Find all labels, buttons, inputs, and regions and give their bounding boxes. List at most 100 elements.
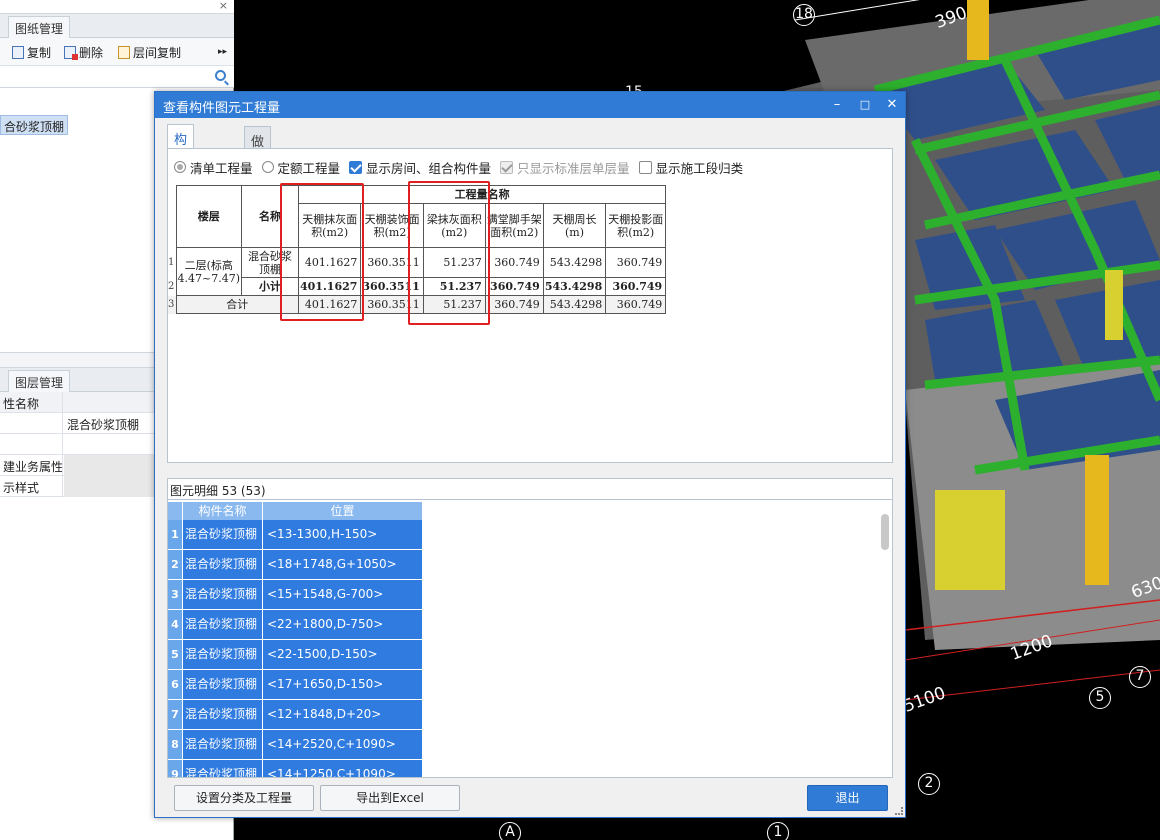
- table-cell: 543.4298: [542, 295, 607, 314]
- component-name-cell: 混合砂浆顶棚: [183, 640, 262, 669]
- row-number: 4: [168, 610, 182, 639]
- row-number: 3: [168, 295, 177, 314]
- exit-button[interactable]: 退出: [807, 785, 888, 811]
- minimize-icon[interactable]: –: [827, 95, 847, 115]
- close-icon[interactable]: ✕: [882, 95, 902, 115]
- table-cell: 360.749: [484, 247, 544, 278]
- axis-marker-2: 2: [918, 773, 940, 795]
- property-name: 建业务属性: [0, 455, 63, 476]
- search-icon[interactable]: [215, 70, 226, 81]
- options-row: 清单工程量 定额工程量 显示房间、组合构件量 只显示标准层单层量 显示施工段归类: [174, 158, 752, 176]
- detail-label-bar: 图元明细 53 (53): [167, 478, 893, 500]
- dialog-title-bar[interactable]: 查看构件图元工程量 – □ ✕: [155, 92, 905, 118]
- component-name-cell: 混合砂浆顶棚: [183, 550, 262, 579]
- floor-copy-button[interactable]: 层间复制: [118, 43, 181, 61]
- position-cell: <14+1250,C+1090>: [263, 760, 422, 777]
- table-cell: 360.749: [605, 277, 667, 296]
- radio-button[interactable]: [261, 161, 274, 173]
- checkbox-show-stage[interactable]: 显示施工段归类: [638, 158, 744, 177]
- position-cell: <12+1848,D+20>: [263, 700, 422, 729]
- col-component-name-header[interactable]: 构件名称: [183, 502, 263, 520]
- floor-cell: 二层(标高4.47~7.47): [175, 247, 242, 296]
- col-position-header[interactable]: 位置: [263, 502, 423, 520]
- quantity-dialog: 查看构件图元工程量 – □ ✕ 构件工程量 做法工程量 清单工程量 定额工程量 …: [154, 91, 906, 818]
- toolbar-more-icon[interactable]: ▸▸: [218, 43, 227, 61]
- dialog-title: 查看构件图元工程量: [163, 101, 281, 116]
- floor-copy-button-label: 层间复制: [133, 45, 182, 60]
- table-cell: 543.4298: [542, 277, 607, 296]
- position-cell: <17+1650,D-150>: [263, 670, 422, 699]
- left-panel-title-bar: ×: [0, 0, 234, 14]
- position-cell: <15+1548,G-700>: [263, 580, 422, 609]
- detail-scrollbar-thumb[interactable]: [881, 514, 889, 550]
- property-name: 示样式: [0, 476, 63, 497]
- table-cell: 543.4298: [542, 247, 607, 278]
- checkbox: [500, 160, 514, 174]
- property-name-header: 性名称: [0, 392, 63, 413]
- component-name-cell: 混合砂浆顶棚: [183, 520, 262, 549]
- row-number: 8: [168, 730, 182, 759]
- table-cell: 360.749: [605, 247, 667, 278]
- component-name-cell: 混合砂浆顶棚: [183, 700, 262, 729]
- quantity-panel: 清单工程量 定额工程量 显示房间、组合构件量 只显示标准层单层量 显示施工段归类: [167, 148, 893, 463]
- axis-marker-7: 7: [1129, 666, 1151, 688]
- checkbox[interactable]: [349, 160, 363, 174]
- table-cell: 360.749: [484, 277, 544, 296]
- component-name-cell: 混合砂浆顶棚: [183, 580, 262, 609]
- radio-bill-quantity[interactable]: 清单工程量: [174, 158, 253, 177]
- axis-marker-5: 5: [1089, 687, 1111, 709]
- highlight-box-beam-plaster: [408, 181, 490, 325]
- row-number: 3: [168, 580, 182, 609]
- tab-drawing-management[interactable]: 图纸管理: [8, 16, 71, 38]
- row-number: 2: [168, 277, 177, 296]
- checkbox-std-floor-only: 只显示标准层单层量: [500, 158, 630, 177]
- position-cell: <22+1800,D-750>: [263, 610, 422, 639]
- row-number: 1: [168, 247, 177, 278]
- std-floor-label: 只显示标准层单层量: [517, 160, 630, 176]
- row-number: 5: [168, 640, 182, 669]
- col-header[interactable]: 天棚投影面积(m2): [605, 203, 667, 248]
- copy-icon: [12, 45, 24, 59]
- component-name-cell: 混合砂浆顶棚: [183, 760, 262, 777]
- left-panel-close-icon[interactable]: ×: [219, 0, 228, 12]
- checkbox[interactable]: [638, 160, 652, 174]
- copy-button[interactable]: 复制: [12, 43, 51, 61]
- tab-layer-management[interactable]: 图层管理: [8, 370, 71, 392]
- position-cell: <14+2520,C+1090>: [263, 730, 422, 759]
- table-cell: 360.749: [484, 295, 544, 314]
- left-tabs-top: 图纸管理: [0, 14, 234, 38]
- component-name-cell: 混合砂浆顶棚: [183, 670, 262, 699]
- axis-marker-18: 18: [793, 4, 815, 26]
- delete-button[interactable]: 删除: [64, 43, 103, 61]
- tab-component-quantity[interactable]: 构件工程量: [167, 124, 195, 224]
- detail-count-label: 图元明细 53 (53): [170, 484, 266, 498]
- tab-method-quantity[interactable]: 做法工程量: [244, 126, 272, 226]
- checkbox-show-rooms[interactable]: 显示房间、组合构件量: [349, 158, 491, 177]
- left-search-input[interactable]: [0, 66, 234, 88]
- component-name-cell: 混合砂浆顶棚: [183, 730, 262, 759]
- set-category-button[interactable]: 设置分类及工程量: [174, 785, 314, 811]
- position-cell: <18+1748,G+1050>: [263, 550, 422, 579]
- row-number: 2: [168, 550, 182, 579]
- floor-copy-icon: [118, 45, 130, 59]
- row-number: 1: [168, 520, 182, 549]
- maximize-icon[interactable]: □: [855, 95, 875, 115]
- radio-quota-label: 定额工程量: [277, 160, 341, 176]
- col-header[interactable]: 天棚周长(m): [542, 203, 607, 248]
- delete-button-label: 删除: [79, 45, 104, 60]
- col-header[interactable]: 满堂脚手架面积(m2): [484, 203, 544, 248]
- col-floor-header[interactable]: 楼层: [175, 185, 242, 248]
- tree-item-selected[interactable]: 合砂浆顶棚: [0, 115, 69, 135]
- detail-list: 构件名称 位置 1 混合砂浆顶棚 <13-1300,H-150> 2 混合砂浆顶…: [167, 500, 893, 778]
- export-excel-button[interactable]: 导出到Excel: [320, 785, 460, 811]
- axis-marker-a: A: [499, 822, 521, 840]
- radio-button[interactable]: [174, 161, 186, 173]
- table-cell: 360.749: [605, 295, 667, 314]
- row-number: 6: [168, 670, 182, 699]
- left-toolbar: 复制 删除 层间复制 ▸▸: [0, 38, 234, 66]
- radio-quota-quantity[interactable]: 定额工程量: [261, 158, 341, 177]
- row-number: 7: [168, 700, 182, 729]
- show-stage-label: 显示施工段归类: [655, 160, 744, 176]
- resize-grip-icon[interactable]: [895, 807, 903, 815]
- row-number: 9: [168, 760, 182, 777]
